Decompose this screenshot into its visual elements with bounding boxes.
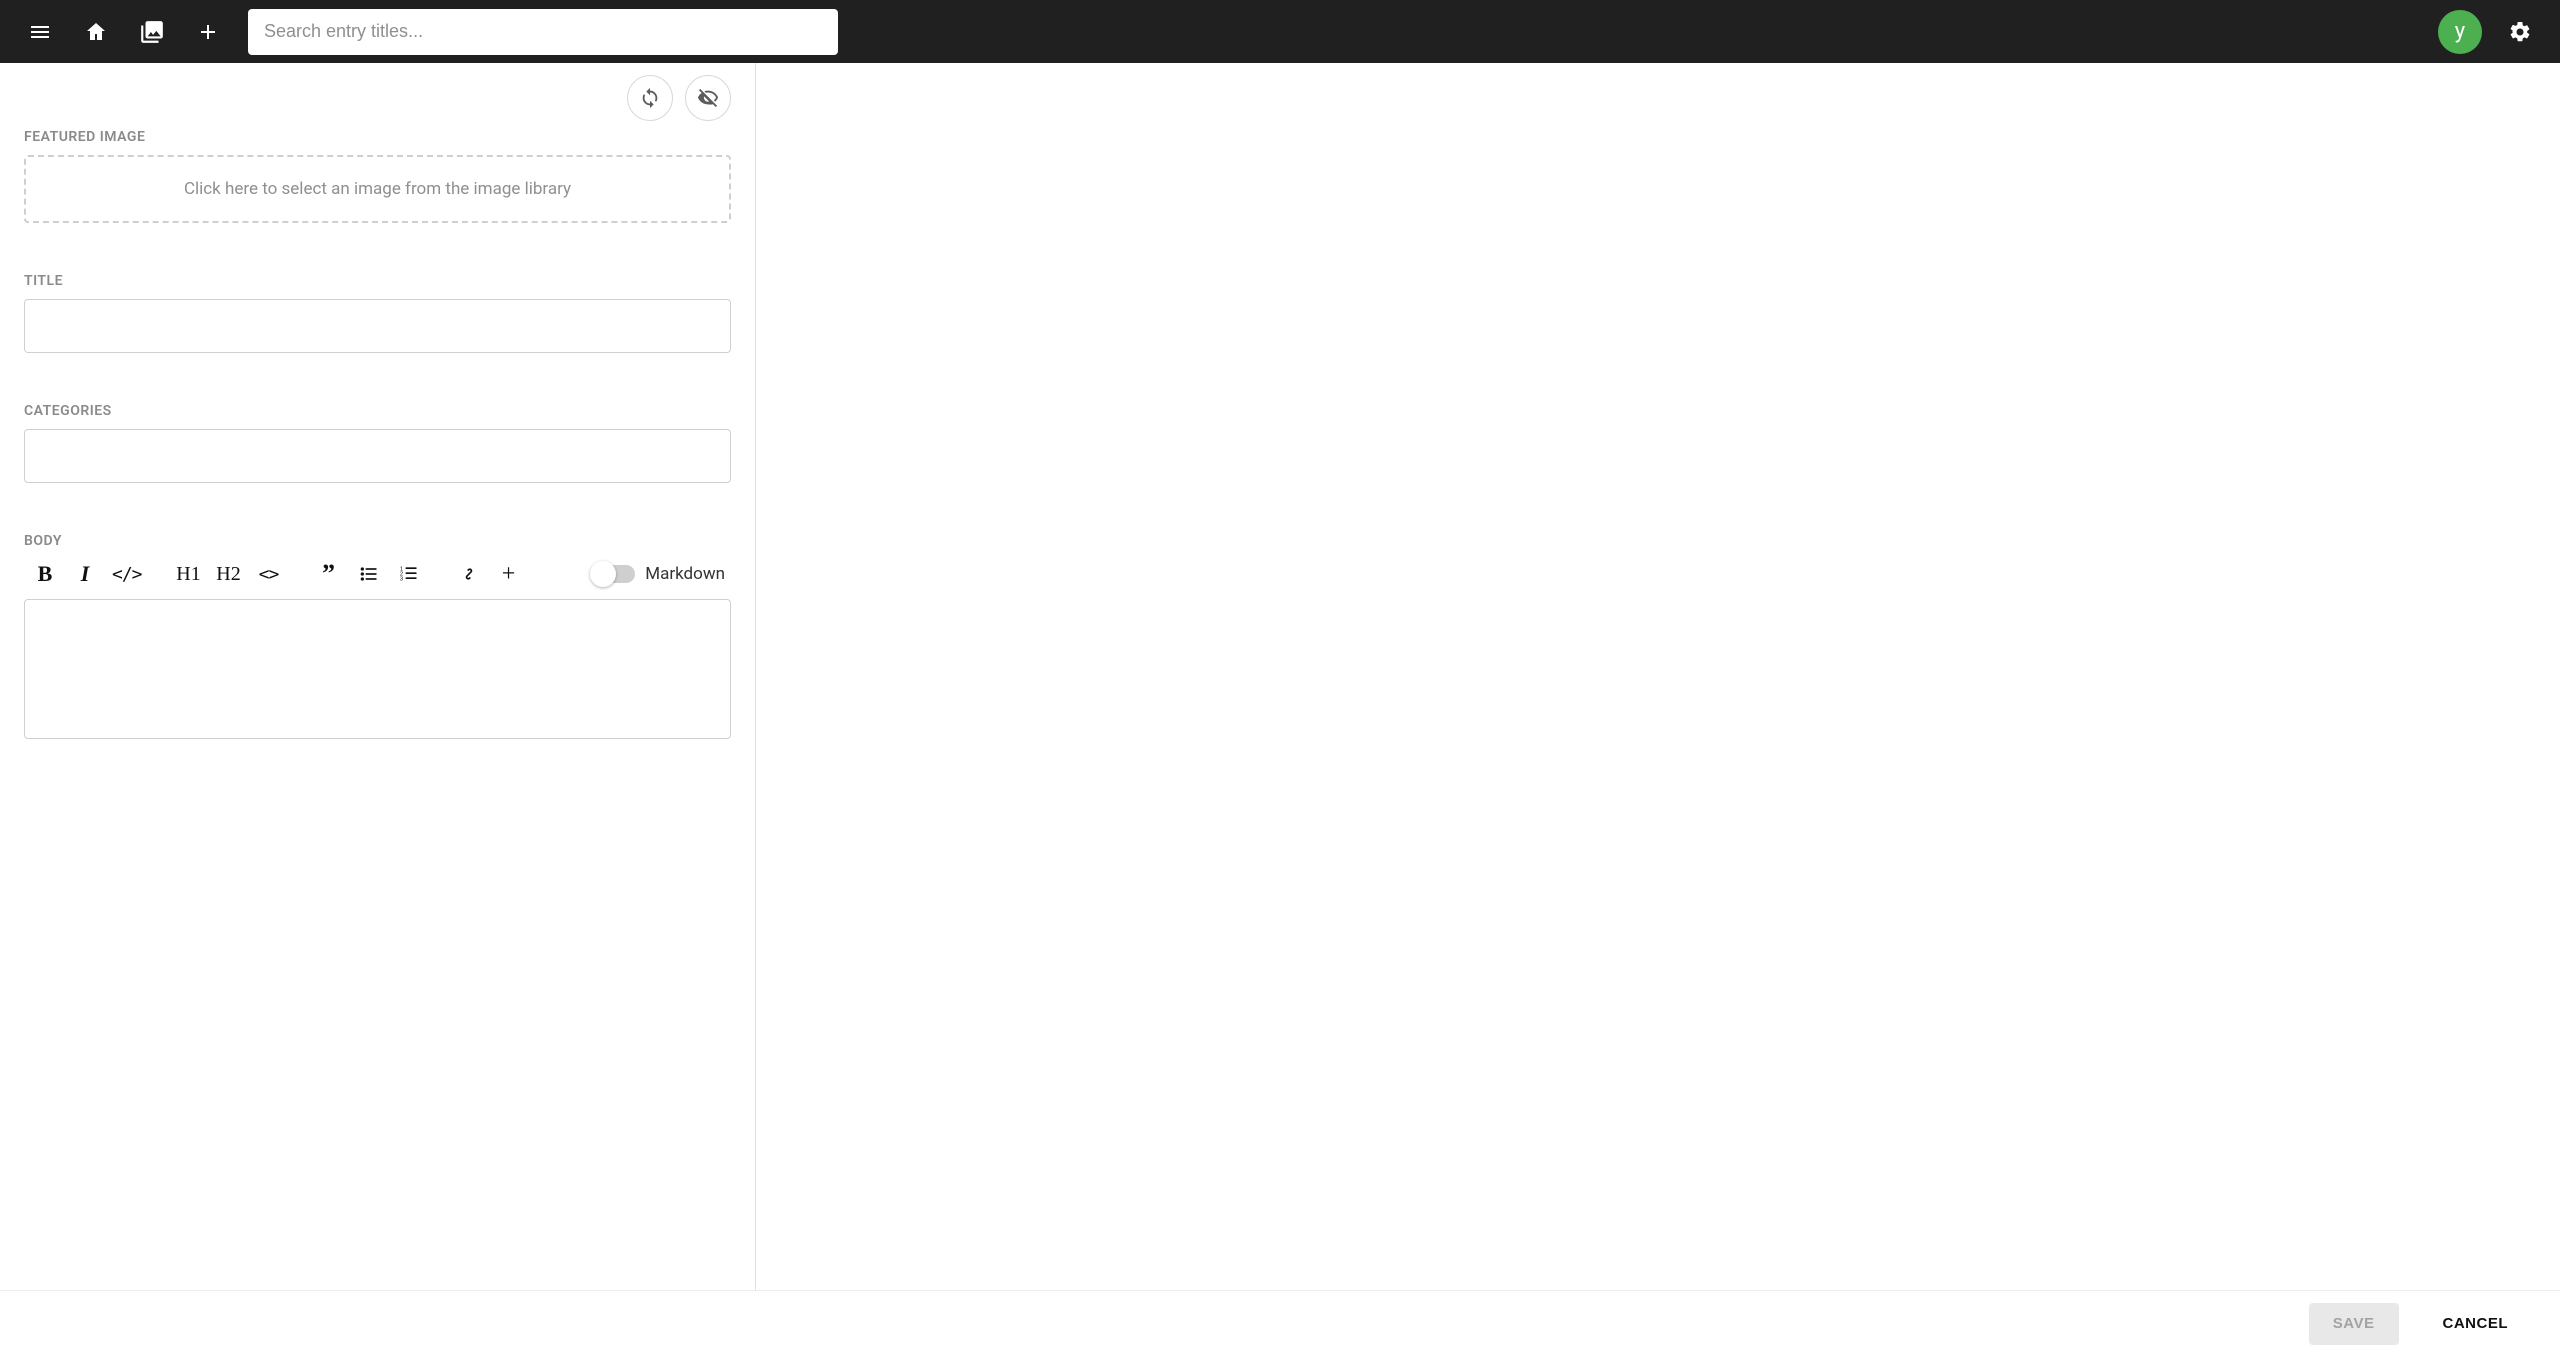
toolbar-numbered-list-button[interactable]: 123 — [396, 559, 422, 589]
link-icon — [459, 564, 479, 584]
toolbar-bullet-list-button[interactable] — [356, 559, 382, 589]
toolbar-bold-button[interactable]: B — [32, 559, 58, 589]
save-button[interactable]: Save — [2309, 1303, 2399, 1345]
topbar: y — [0, 0, 2560, 63]
markdown-switch[interactable] — [593, 565, 635, 583]
sync-icon — [639, 87, 661, 109]
user-avatar[interactable]: y — [2438, 10, 2482, 54]
quote-icon: ” — [322, 559, 335, 589]
menu-button[interactable] — [16, 8, 64, 56]
toolbar-link-button[interactable] — [456, 559, 482, 589]
image-library-icon — [139, 19, 165, 45]
home-button[interactable] — [72, 8, 120, 56]
categories-section: CATEGORIES — [0, 403, 755, 483]
featured-image-label: FEATURED IMAGE — [24, 129, 731, 145]
preview-pane — [756, 63, 2560, 1290]
toolbar-h2-button[interactable]: H2 — [216, 559, 242, 589]
bullet-list-icon — [359, 564, 379, 584]
footer: Save Cancel — [0, 1290, 2560, 1356]
media-library-button[interactable] — [128, 8, 176, 56]
markdown-toggle-wrap: Markdown — [593, 564, 731, 584]
toggle-preview-button[interactable] — [685, 75, 731, 121]
home-icon — [84, 20, 108, 44]
title-label: TITLE — [24, 273, 731, 289]
toolbar-quote-button[interactable]: ” — [316, 559, 342, 589]
toolbar-code-block-button[interactable]: <> — [256, 559, 282, 589]
body-section: BODY B I </> H1 H2 <> ” — [0, 533, 755, 743]
add-button[interactable] — [184, 8, 232, 56]
title-section: TITLE — [0, 273, 755, 353]
cancel-button[interactable]: Cancel — [2419, 1303, 2533, 1345]
switch-knob — [590, 561, 616, 587]
editor-pane: FEATURED IMAGE Click here to select an i… — [0, 63, 756, 1290]
search-input[interactable] — [264, 21, 822, 42]
visibility-off-icon — [697, 87, 719, 109]
editor-top-actions — [0, 63, 755, 121]
categories-input[interactable] — [24, 429, 731, 483]
numbered-list-icon: 123 — [399, 564, 419, 584]
title-input[interactable] — [24, 299, 731, 353]
markdown-label: Markdown — [645, 564, 725, 584]
menu-icon — [28, 20, 52, 44]
body-editor[interactable] — [24, 599, 731, 739]
toolbar-inline-code-button[interactable]: </> — [112, 559, 142, 589]
main: FEATURED IMAGE Click here to select an i… — [0, 63, 2560, 1290]
search-wrap — [248, 9, 838, 55]
plus-icon — [196, 20, 220, 44]
svg-text:3: 3 — [399, 577, 402, 583]
body-toolbar-row: B I </> H1 H2 <> ” 123 — [24, 559, 731, 589]
toolbar-h1-button[interactable]: H1 — [176, 559, 202, 589]
settings-button[interactable] — [2496, 8, 2544, 56]
categories-label: CATEGORIES — [24, 403, 731, 419]
gear-icon — [2508, 20, 2532, 44]
featured-image-section: FEATURED IMAGE Click here to select an i… — [0, 129, 755, 223]
body-toolbar: B I </> H1 H2 <> ” 123 — [24, 559, 522, 589]
sync-button[interactable] — [627, 75, 673, 121]
body-label: BODY — [24, 533, 731, 549]
toolbar-italic-button[interactable]: I — [72, 559, 98, 589]
featured-image-dropzone[interactable]: Click here to select an image from the i… — [24, 155, 731, 223]
toolbar-add-button[interactable]: + — [496, 559, 522, 589]
